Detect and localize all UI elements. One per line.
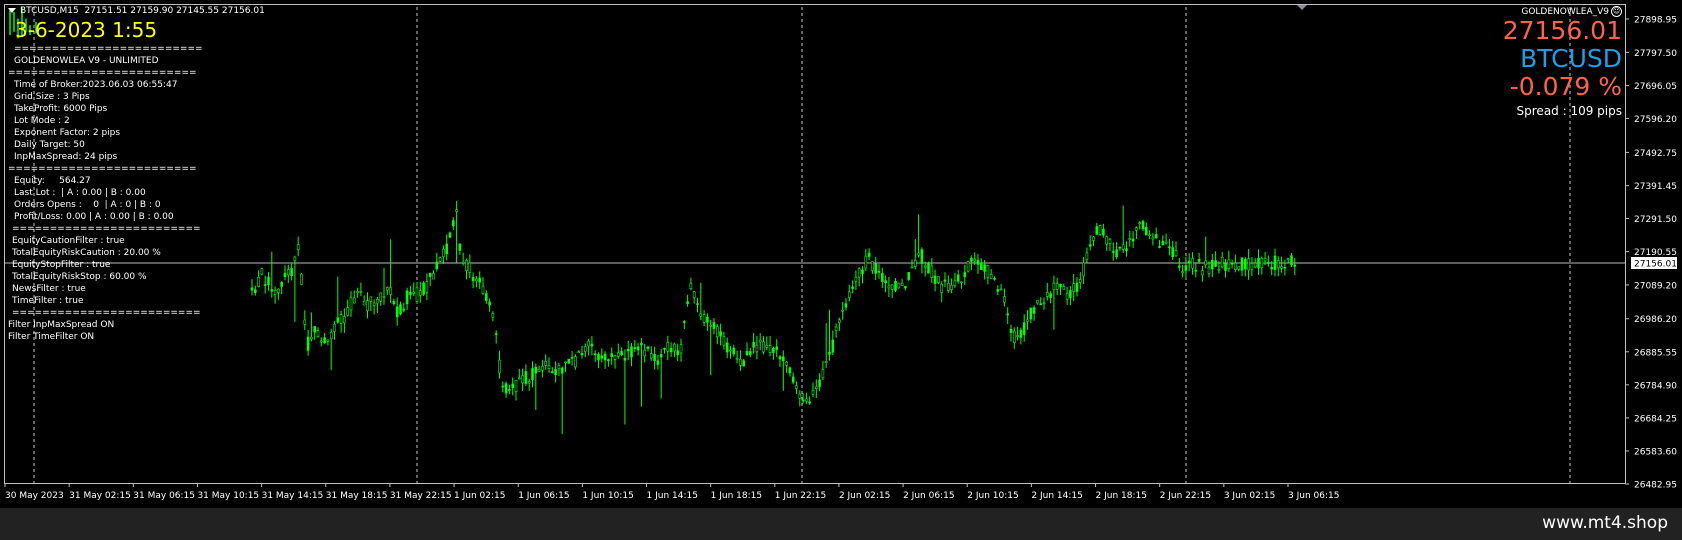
y-tick-label: 27291.50 — [1634, 215, 1677, 225]
x-tick-label: 31 May 02:15 — [69, 491, 131, 501]
separator-line: ========================= — [12, 308, 201, 318]
y-tick-label: 27797.50 — [1634, 49, 1677, 59]
filter-time-status: Filter TimeFilter ON — [8, 332, 95, 342]
equity-caution-filter: EquityCautionFilter : true — [12, 236, 125, 246]
x-tick-label: 31 May 22:15 — [390, 491, 452, 501]
y-tick-label: 27190.55 — [1634, 248, 1677, 258]
symbol-ohlc-label: BTCUSD,M15 27151.51 27159.90 27145.55 27… — [8, 6, 265, 16]
news-filter: NewsFilter : true — [12, 284, 86, 294]
change-percent-label: -0.079 % — [1509, 72, 1622, 101]
y-tick-label: 26482.95 — [1634, 481, 1677, 491]
y-tick-label: 26684.25 — [1634, 414, 1677, 424]
spread-label: Spread : 109 pips — [1516, 104, 1622, 118]
y-tick-label: 27492.75 — [1634, 149, 1677, 159]
x-tick-label: 30 May 2023 — [5, 491, 64, 501]
x-tick-label: 31 May 18:15 — [326, 491, 388, 501]
ea-status-panel: GOLDENOWLEA_V9 ☺ 27156.01 BTCUSD -0.079 %… — [1503, 6, 1622, 119]
collapse-triangle-icon[interactable] — [8, 8, 16, 13]
x-tick-label: 1 Jun 18:15 — [711, 491, 762, 501]
x-tick-label: 2 Jun 06:15 — [903, 491, 954, 501]
y-tick-label: 26986.20 — [1634, 315, 1677, 325]
ea-info-panel: ========================= GOLDENOWLEA V9… — [8, 43, 203, 343]
filter-spread-status: Filter InpMaxSpread ON — [8, 320, 115, 330]
lot-mode: Lot Mode : 2 — [14, 116, 70, 126]
y-tick-label: 27596.20 — [1634, 115, 1677, 125]
x-tick-label: 31 May 10:15 — [197, 491, 259, 501]
x-tick-label: 3 Jun 06:15 — [1288, 491, 1339, 501]
footer-bar — [0, 508, 1682, 540]
equity: Equity: 564.27 — [14, 176, 91, 186]
y-tick-label: 27089.20 — [1634, 281, 1677, 291]
separator-line: ========================= — [12, 224, 201, 234]
current-price-tag-label: 27156.01 — [1634, 259, 1677, 269]
daily-target: Daily Target: 50 — [14, 140, 85, 150]
x-tick-label: 1 Jun 14:15 — [647, 491, 698, 501]
separator-line: ========================= — [14, 44, 203, 54]
x-tick-label: 31 May 06:15 — [133, 491, 195, 501]
y-tick-label: 26885.55 — [1634, 348, 1677, 358]
watermark-text: www.mt4.shop — [1542, 513, 1668, 533]
y-tick-label: 27898.95 — [1634, 16, 1677, 26]
total-equity-risk-stop: TotalEquityRiskStop : 60.00 % — [12, 272, 147, 282]
current-price-label: 27156.01 — [1502, 16, 1622, 45]
x-tick-label: 1 Jun 06:15 — [518, 491, 569, 501]
time-filter: TimeFilter : true — [12, 296, 84, 306]
y-tick-label: 26583.60 — [1634, 447, 1677, 457]
x-tick-label: 2 Jun 10:15 — [967, 491, 1018, 501]
x-tick-label: 2 Jun 02:15 — [839, 491, 890, 501]
x-tick-label: 2 Jun 14:15 — [1031, 491, 1082, 501]
grid-size: Grid Size : 3 Pips — [14, 92, 90, 102]
datetime-overlay: 3-6-2023 1:55 — [15, 18, 158, 42]
ea-title: GOLDENOWLEA V9 - UNLIMITED — [14, 56, 159, 66]
x-tick-label: 2 Jun 18:15 — [1096, 491, 1147, 501]
x-tick-label: 1 Jun 22:15 — [775, 491, 826, 501]
profit-loss: Profit/Loss: 0.00 | A : 0.00 | B : 0.00 — [14, 212, 174, 222]
broker-time: Time of Broker:2023.06.03 06:55:47 — [14, 80, 178, 90]
separator-line: ========================= — [8, 68, 197, 78]
y-tick-label: 27696.05 — [1634, 82, 1677, 92]
total-equity-risk-caution: TotalEquityRiskCaution : 20.00 % — [12, 248, 161, 258]
symbol-bar-text: BTCUSD,M15 27151.51 27159.90 27145.55 27… — [20, 6, 265, 16]
equity-stop-filter: EquityStopFilter : true — [12, 260, 111, 270]
chart-window[interactable]: 27156.01 27898.95 27797.50 27696.05 27596.2… — [0, 0, 1682, 508]
y-tick-label: 26784.90 — [1634, 381, 1677, 391]
exponent-factor: Exponent Factor: 2 pips — [14, 128, 121, 138]
y-tick-label: 27391.45 — [1634, 182, 1677, 192]
plot-border — [4, 4, 1626, 484]
symbol-label: BTCUSD — [1520, 44, 1622, 73]
take-profit: TakeProfit: 6000 Pips — [14, 104, 108, 114]
inp-max-spread: InpMaxSpread: 24 pips — [14, 152, 118, 162]
x-tick-label: 1 Jun 10:15 — [582, 491, 633, 501]
x-tick-label: 31 May 14:15 — [262, 491, 324, 501]
x-tick-label: 3 Jun 02:15 — [1224, 491, 1275, 501]
last-lot: Last Lot : | A : 0.00 | B : 0.00 — [14, 188, 146, 198]
orders-opens: Orders Opens : 0 | A : 0 | B : 0 — [14, 200, 161, 210]
x-tick-label: 2 Jun 22:15 — [1160, 491, 1211, 501]
separator-line: ========================= — [8, 164, 197, 174]
x-tick-label: 1 Jun 02:15 — [454, 491, 505, 501]
